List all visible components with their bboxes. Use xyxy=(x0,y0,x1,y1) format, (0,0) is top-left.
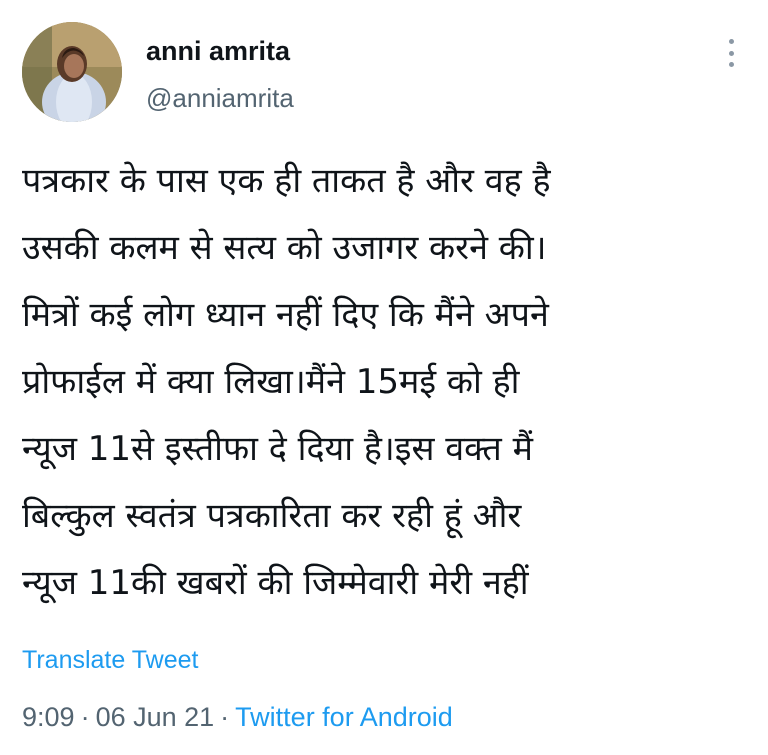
tweet-text-line: न्यूज 11की खबरों की जिम्मेवारी मेरी नहीं xyxy=(22,563,529,603)
meta-separator: · xyxy=(220,702,230,732)
meta-separator: · xyxy=(80,702,90,732)
tweet-text-line: न्यूज 11से इस्तीफा दे दिया है।इस वक्त मै… xyxy=(22,429,533,469)
tweet-meta: 9:09 · 06 Jun 21 · Twitter for Android xyxy=(22,702,453,733)
more-options-icon[interactable] xyxy=(716,36,746,70)
tweet-time[interactable]: 9:09 xyxy=(22,702,75,732)
tweet-text-line: उसकी कलम से सत्य को उजागर करने की। xyxy=(22,228,547,268)
tweet-text: पत्रकार के पास एक ही ताकत है और वह है उस… xyxy=(22,148,752,617)
tweet-text-line: प्रोफाईल में क्या लिखा।मैंने 15मई को ही xyxy=(22,362,520,402)
author-display-name[interactable]: anni amrita xyxy=(146,36,290,67)
tweet-source-link[interactable]: Twitter for Android xyxy=(235,702,453,732)
avatar-photo xyxy=(22,22,122,122)
tweet-text-line: मित्रों कई लोग ध्यान नहीं दिए कि मैंने अ… xyxy=(22,295,549,335)
author-avatar[interactable] xyxy=(22,22,122,122)
translate-tweet-link[interactable]: Translate Tweet xyxy=(22,646,198,675)
tweet-text-line: बिल्कुल स्वतंत्र पत्रकारिता कर रही हूं औ… xyxy=(22,496,522,536)
tweet-text-line: पत्रकार के पास एक ही ताकत है और वह है xyxy=(22,161,551,201)
tweet-date[interactable]: 06 Jun 21 xyxy=(96,702,215,732)
tweet-card: anni amrita @anniamrita पत्रकार के पास ए… xyxy=(0,0,768,755)
author-handle[interactable]: @anniamrita xyxy=(146,83,294,114)
